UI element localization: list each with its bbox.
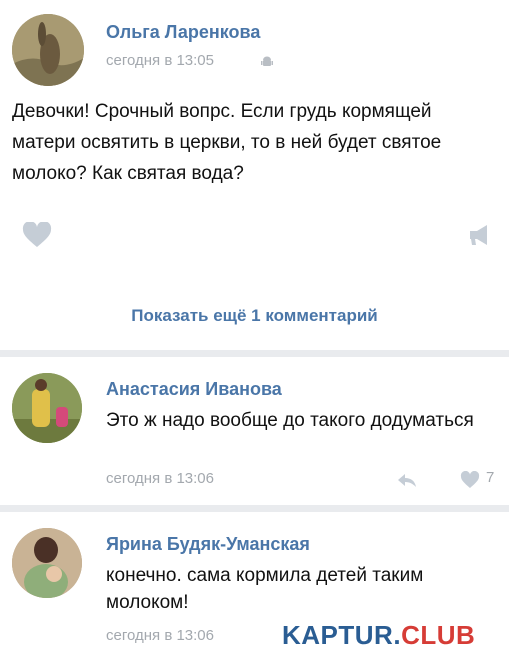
comment-text: Это ж надо вообще до такого додуматься: [106, 410, 474, 431]
post-text: Девочки! Срочный вопрс. Если грудь кормя…: [12, 101, 442, 184]
site-watermark: KAPTUR.CLUB: [282, 620, 475, 651]
comment: Анастасия Иванова Это ж надо вообще до т…: [0, 357, 509, 505]
watermark-suffix: CLUB: [401, 620, 476, 650]
megaphone-icon[interactable]: [466, 222, 492, 248]
comment-time[interactable]: сегодня в 13:06: [106, 470, 214, 487]
author-name[interactable]: Ольга Ларенкова: [106, 22, 260, 43]
avatar[interactable]: [12, 14, 84, 86]
avatar[interactable]: [12, 373, 82, 443]
comment-time[interactable]: сегодня в 13:06: [106, 627, 214, 644]
heart-icon[interactable]: [460, 471, 480, 489]
post-time[interactable]: сегодня в 13:05: [106, 52, 214, 69]
author-name[interactable]: Ярина Будяк-Уманская: [106, 534, 310, 555]
post-card: Ольга Ларенкова сегодня в 13:05 Девочки!…: [0, 0, 509, 350]
comment-text: конечно. сама кормила детей таким молоко…: [106, 565, 424, 613]
heart-icon[interactable]: [22, 222, 52, 248]
watermark-brand: KAPTUR: [282, 620, 394, 650]
watermark-dot: .: [393, 620, 402, 650]
reply-arrow-icon[interactable]: [396, 471, 418, 489]
like-count: 7: [486, 469, 495, 486]
show-more-comments-link[interactable]: Показать ещё 1 комментарий: [0, 306, 509, 326]
author-name[interactable]: Анастасия Иванова: [106, 379, 282, 400]
avatar[interactable]: [12, 528, 82, 598]
android-icon: [261, 56, 273, 66]
